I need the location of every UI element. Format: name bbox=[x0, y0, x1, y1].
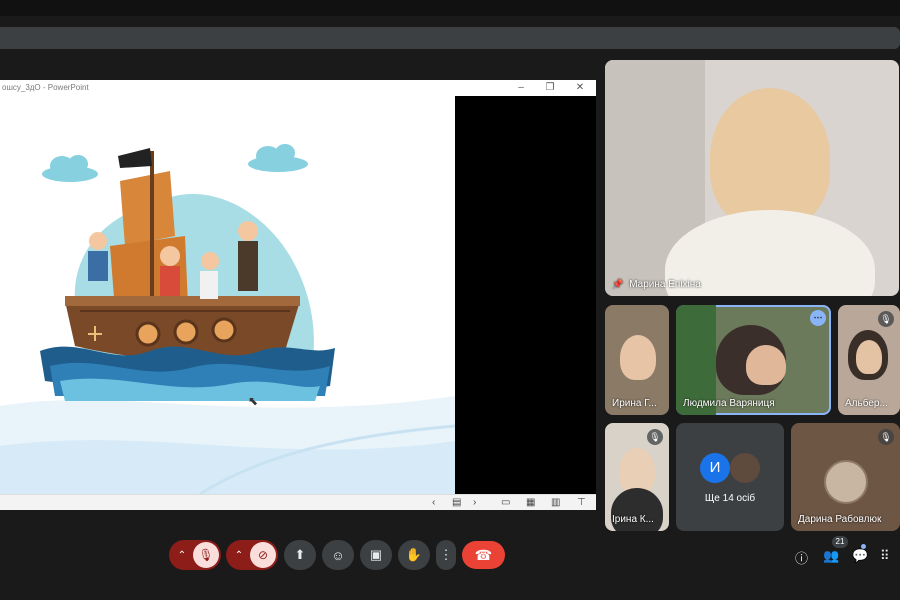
participant-tile[interactable]: 🎙 Ірина К... bbox=[605, 423, 669, 531]
slideshow-icon[interactable]: ⊤ bbox=[577, 497, 586, 509]
participant-tile[interactable]: Ирина Г... bbox=[605, 305, 669, 415]
pin-icon[interactable]: 📌 bbox=[612, 279, 623, 289]
shared-presentation-window: ошсу_3дО - PowerPoint – ❐ ✕ ⬉ ‹ ▤ › ▭ ▦ … bbox=[0, 80, 596, 510]
top-strip bbox=[0, 27, 900, 49]
presenter-black-panel bbox=[455, 96, 596, 494]
slide: ⬉ bbox=[0, 96, 455, 494]
participant-avatar-photo bbox=[730, 453, 760, 483]
raise-hand-button[interactable]: ✋ bbox=[398, 540, 430, 570]
top-bar bbox=[0, 0, 900, 16]
participant-name: Ірина К... bbox=[612, 514, 654, 525]
reading-view-icon[interactable]: ▥ bbox=[551, 497, 560, 509]
mic-off-icon: 🎙 bbox=[878, 429, 894, 445]
participant-name: Альбер... bbox=[845, 398, 888, 409]
restore-icon[interactable]: ❐ bbox=[543, 82, 557, 94]
participant-tile[interactable]: 🎙 Дарина Рабовлюк bbox=[791, 423, 900, 531]
participant-avatar-photo bbox=[824, 460, 868, 504]
participant-face bbox=[856, 340, 882, 374]
hand-icon: ✋ bbox=[405, 547, 423, 562]
participant-tile-active[interactable]: ⋯ Людмила Варяниця bbox=[676, 305, 831, 415]
mic-off-icon[interactable]: 🎙 bbox=[193, 542, 219, 568]
slides-icon[interactable]: ▤ bbox=[452, 497, 461, 509]
present-screen-icon: ⬆ bbox=[294, 547, 306, 562]
mic-control[interactable]: ⌃ 🎙 bbox=[169, 540, 221, 570]
next-slide-icon[interactable]: › bbox=[473, 497, 476, 509]
emoji-button[interactable]: ☺ bbox=[322, 540, 354, 570]
slide-illustration bbox=[0, 144, 455, 494]
normal-view-icon[interactable]: ▭ bbox=[501, 497, 510, 509]
participant-tile-main[interactable]: 📌 Марина Епіхіна bbox=[605, 60, 899, 296]
participant-name: Дарина Рабовлюк bbox=[798, 514, 882, 525]
present-button[interactable]: ⬆ bbox=[284, 540, 316, 570]
prev-slide-icon[interactable]: ‹ bbox=[432, 497, 435, 509]
participant-name: Ирина Г... bbox=[612, 398, 657, 409]
mic-off-icon: 🎙 bbox=[647, 429, 663, 445]
camera-control[interactable]: ⌃ ⊘ bbox=[226, 540, 278, 570]
participant-name: 📌 Марина Епіхіна bbox=[612, 279, 701, 290]
participant-name: Людмила Варяниця bbox=[683, 398, 775, 409]
chat-icon[interactable]: 💬 bbox=[852, 548, 868, 564]
mic-off-icon: 🎙 bbox=[878, 311, 894, 327]
more-vertical-icon: ⋮ bbox=[439, 547, 453, 562]
more-options-button[interactable]: ⋮ bbox=[436, 540, 456, 570]
people-count-badge: 21 bbox=[832, 536, 848, 548]
mic-options-chevron-icon[interactable]: ⌃ bbox=[171, 550, 193, 561]
info-icon[interactable]: ⓘ bbox=[795, 548, 808, 567]
mouse-cursor-icon: ⬉ bbox=[248, 394, 259, 408]
participant-avatar: И bbox=[700, 453, 730, 483]
phone-hangup-icon: ☎ bbox=[474, 546, 493, 563]
participant-face bbox=[620, 335, 656, 380]
camera-off-icon[interactable]: ⊘ bbox=[250, 542, 276, 568]
slide-sorter-icon[interactable]: ▦ bbox=[526, 497, 535, 509]
presentation-titlebar: ошсу_3дО - PowerPoint – ❐ ✕ bbox=[0, 80, 596, 97]
presentation-statusbar: ‹ ▤ › ▭ ▦ ▥ ⊤ bbox=[0, 494, 596, 510]
captions-button[interactable]: ▣ bbox=[360, 540, 392, 570]
minimize-icon[interactable]: – bbox=[514, 82, 528, 94]
more-participants-tile[interactable]: И Ще 14 осіб bbox=[676, 423, 784, 531]
close-icon[interactable]: ✕ bbox=[573, 82, 587, 94]
chat-notification-dot bbox=[861, 544, 866, 549]
participant-hands bbox=[746, 345, 786, 385]
emoji-icon: ☺ bbox=[331, 547, 345, 563]
presentation-title: ошсу_3дО - PowerPoint bbox=[2, 83, 89, 92]
people-icon[interactable]: 👥 bbox=[823, 548, 839, 564]
captions-icon: ▣ bbox=[369, 547, 383, 562]
more-options-icon[interactable]: ⋯ bbox=[810, 310, 826, 326]
participant-tile[interactable]: 🎙 Альбер... bbox=[838, 305, 900, 415]
apps-grid-icon[interactable]: ⠿ bbox=[880, 548, 890, 564]
end-call-button[interactable]: ☎ bbox=[462, 541, 505, 569]
participant-face bbox=[710, 88, 830, 228]
camera-options-chevron-icon[interactable]: ⌃ bbox=[228, 550, 250, 561]
more-participants-label: Ще 14 осіб bbox=[704, 493, 756, 504]
